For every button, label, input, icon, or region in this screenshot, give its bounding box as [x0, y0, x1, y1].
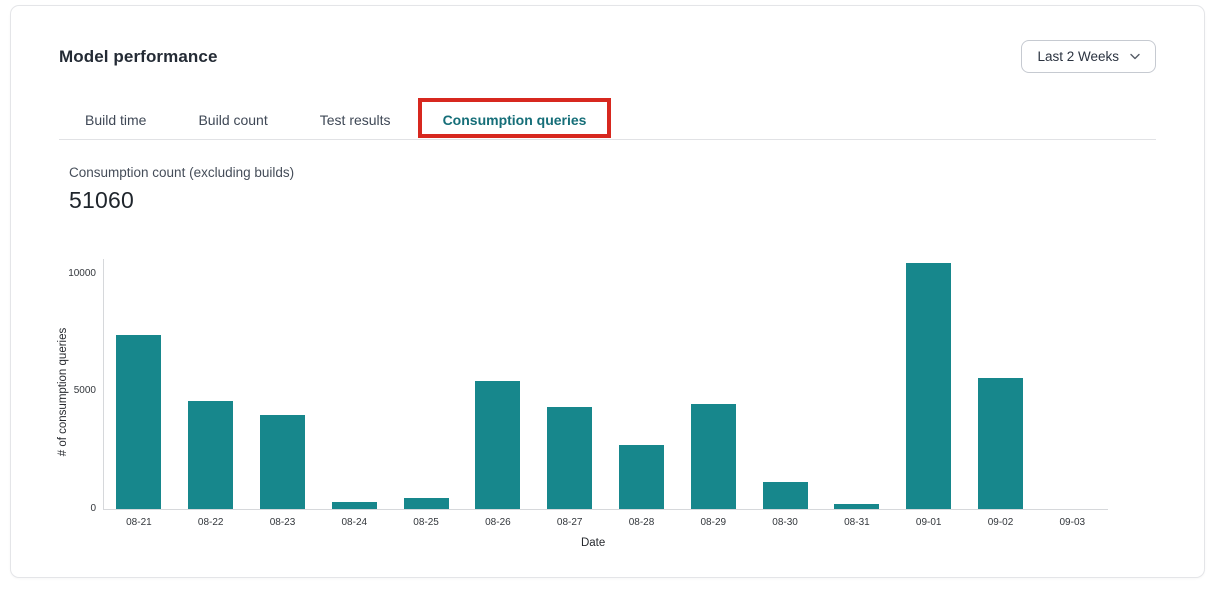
card-header: Model performance Last 2 Weeks	[11, 6, 1204, 73]
x-tick-label: 08-30	[749, 517, 821, 528]
x-tick-label: 08-21	[103, 517, 175, 528]
tab-bar: Build time Build count Test results Cons…	[59, 101, 1156, 140]
metric-block: Consumption count (excluding builds) 510…	[69, 165, 1156, 214]
model-performance-card: Model performance Last 2 Weeks Build tim…	[10, 5, 1205, 578]
metric-value: 51060	[69, 187, 1156, 214]
x-tick-label: 09-03	[1036, 517, 1108, 528]
chart-bar-08-22[interactable]	[188, 401, 233, 509]
x-tick-label: 08-26	[462, 517, 534, 528]
tab-label: Test results	[320, 112, 391, 128]
x-tick-label: 08-29	[677, 517, 749, 528]
chart-bar-08-24[interactable]	[332, 502, 377, 509]
chart-bar-08-29[interactable]	[691, 404, 736, 509]
tab-test-results[interactable]: Test results	[294, 101, 417, 139]
date-range-value: Last 2 Weeks	[1037, 49, 1119, 64]
chart-bar-08-27[interactable]	[547, 407, 592, 509]
x-tick-label: 08-31	[821, 517, 893, 528]
x-tick-label: 08-28	[606, 517, 678, 528]
tab-consumption-queries[interactable]: Consumption queries	[417, 101, 613, 139]
date-range-dropdown[interactable]: Last 2 Weeks	[1021, 40, 1156, 73]
x-tick-label: 08-25	[390, 517, 462, 528]
chart-bar-08-31[interactable]	[834, 504, 879, 509]
chevron-down-icon	[1130, 53, 1140, 60]
tab-label: Build count	[198, 112, 267, 128]
chart-bar-08-21[interactable]	[116, 335, 161, 509]
metric-label: Consumption count (excluding builds)	[69, 165, 1156, 180]
x-tick-label: 08-22	[175, 517, 247, 528]
chart-bar-09-01[interactable]	[906, 263, 951, 509]
x-tick-label: 09-02	[965, 517, 1037, 528]
tab-build-count[interactable]: Build count	[172, 101, 293, 139]
x-axis-title: Date	[103, 537, 1083, 549]
chart-bar-08-28[interactable]	[619, 445, 664, 509]
x-tick-label: 08-24	[318, 517, 390, 528]
x-tick-label: 09-01	[893, 517, 965, 528]
chart-bar-09-02[interactable]	[978, 378, 1023, 509]
tab-build-time[interactable]: Build time	[59, 101, 172, 139]
x-tick-label: 08-23	[247, 517, 319, 528]
chart-bar-08-26[interactable]	[475, 381, 520, 509]
chart-bar-08-30[interactable]	[763, 482, 808, 509]
y-tick-label: 5000	[42, 385, 96, 396]
consumption-chart: # of consumption queries 050001000008-21…	[11, 259, 1206, 571]
x-axis-line	[103, 509, 1108, 510]
chart-bar-08-25[interactable]	[404, 498, 449, 509]
page-title: Model performance	[59, 47, 218, 67]
y-tick-label: 0	[42, 503, 96, 514]
x-tick-label: 08-27	[534, 517, 606, 528]
tab-label: Consumption queries	[443, 112, 587, 128]
y-axis-line	[103, 259, 104, 509]
tab-label: Build time	[85, 112, 146, 128]
chart-bar-08-23[interactable]	[260, 415, 305, 509]
y-tick-label: 10000	[42, 268, 96, 279]
